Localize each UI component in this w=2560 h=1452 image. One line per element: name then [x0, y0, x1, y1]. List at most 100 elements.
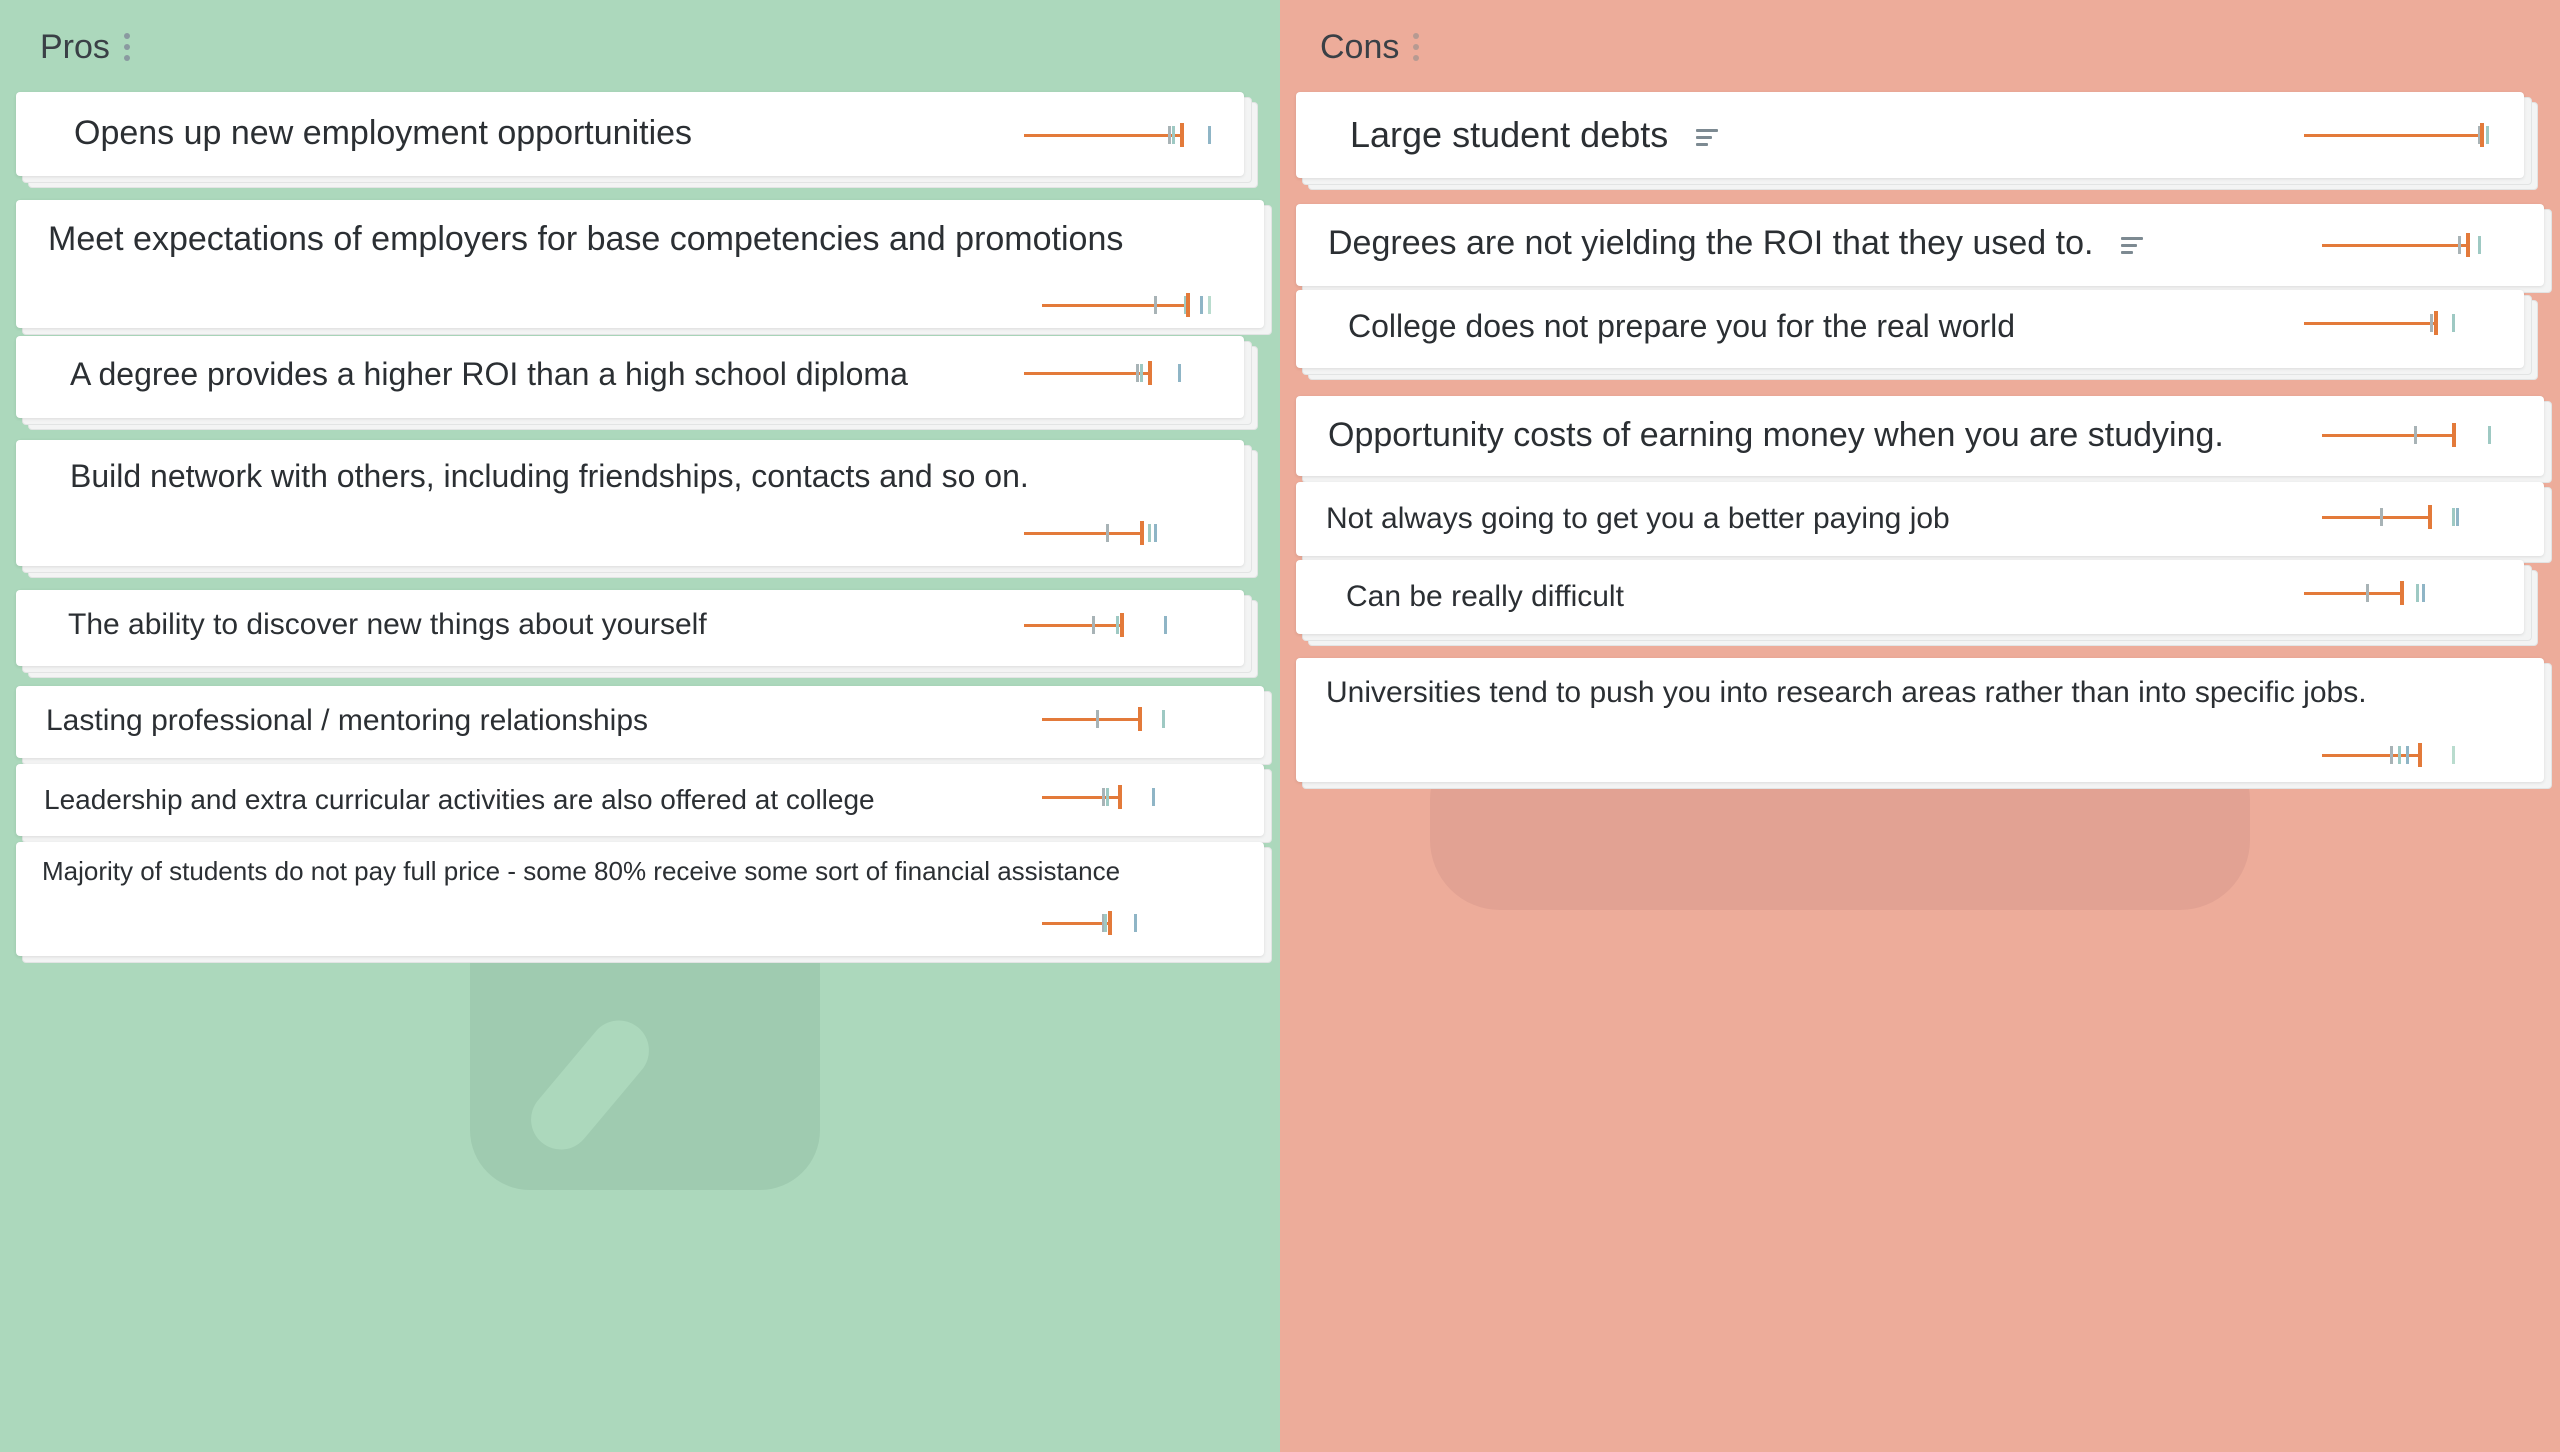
rating-meter[interactable]: [2322, 504, 2522, 530]
meter-tick: [2398, 746, 2401, 764]
meter-bar: [2304, 592, 2402, 595]
rating-meter[interactable]: [1024, 122, 1224, 148]
card[interactable]: Meet expectations of employers for base …: [16, 200, 1272, 335]
meter-handle[interactable]: [1120, 613, 1124, 637]
card[interactable]: The ability to discover new things about…: [16, 590, 1258, 678]
card-body[interactable]: Leadership and extra curricular activiti…: [16, 764, 1264, 836]
meter-tick: [2456, 508, 2459, 526]
card-text: Build network with others, including fri…: [70, 458, 1029, 495]
card[interactable]: College does not prepare you for the rea…: [1296, 290, 2538, 380]
card-body[interactable]: Can be really difficult: [1296, 560, 2524, 634]
card-label: Lasting professional / mentoring relatio…: [46, 704, 649, 737]
card-body[interactable]: The ability to discover new things about…: [16, 590, 1244, 666]
card[interactable]: A degree provides a higher ROI than a hi…: [16, 336, 1258, 430]
meter-tick: [1104, 914, 1107, 932]
meter-handle[interactable]: [2418, 743, 2422, 767]
rating-meter[interactable]: [2322, 232, 2522, 258]
rating-meter[interactable]: [1024, 520, 1224, 546]
rating-meter[interactable]: [1024, 612, 1224, 638]
cons-column-header: Cons: [1320, 22, 1420, 72]
meter-handle[interactable]: [1118, 785, 1122, 809]
card-label: Can be really difficult: [1346, 580, 1624, 613]
rating-meter[interactable]: [1042, 910, 1242, 936]
card-body[interactable]: Not always going to get you a better pay…: [1296, 482, 2544, 556]
card-text: Large student debts: [1350, 114, 1719, 156]
rating-meter[interactable]: [1042, 706, 1242, 732]
card[interactable]: Opens up new employment opportunities: [16, 92, 1258, 188]
meter-handle[interactable]: [1140, 521, 1144, 545]
column-menu-icon[interactable]: [123, 33, 130, 61]
rating-meter[interactable]: [1024, 360, 1224, 386]
meter-handle[interactable]: [2480, 123, 2484, 147]
card-body[interactable]: Large student debts: [1296, 92, 2524, 178]
card-text: Degrees are not yielding the ROI that th…: [1328, 224, 2144, 263]
meter-tick: [1140, 364, 1143, 382]
card-label: Leadership and extra curricular activiti…: [44, 784, 875, 815]
card-body[interactable]: Degrees are not yielding the ROI that th…: [1296, 204, 2544, 286]
card-body[interactable]: College does not prepare you for the rea…: [1296, 290, 2524, 368]
card-label: Opens up new employment opportunities: [74, 114, 693, 152]
card-text: The ability to discover new things about…: [68, 608, 707, 642]
meter-tick: [1154, 296, 1157, 314]
meter-bar: [1024, 532, 1142, 535]
card-body[interactable]: Majority of students do not pay full pri…: [16, 842, 1264, 956]
card-label: Degrees are not yielding the ROI that th…: [1328, 224, 2094, 262]
card-label: The ability to discover new things about…: [68, 608, 707, 641]
card[interactable]: Majority of students do not pay full pri…: [16, 842, 1272, 963]
card-body[interactable]: Build network with others, including fri…: [16, 440, 1244, 566]
notes-icon[interactable]: [2121, 233, 2144, 258]
card-body[interactable]: Meet expectations of employers for base …: [16, 200, 1264, 328]
meter-handle[interactable]: [2428, 505, 2432, 529]
rating-meter[interactable]: [2304, 122, 2504, 148]
meter-tick: [1106, 788, 1109, 806]
card-body[interactable]: Opportunity costs of earning money when …: [1296, 396, 2544, 476]
rating-meter[interactable]: [2304, 580, 2504, 606]
card-body[interactable]: Opens up new employment opportunities: [16, 92, 1244, 176]
rating-meter[interactable]: [1042, 292, 1242, 318]
notes-icon[interactable]: [1696, 125, 1719, 150]
meter-tick: [2452, 508, 2455, 526]
rating-meter[interactable]: [1042, 784, 1242, 810]
column-title: Pros: [40, 27, 110, 66]
card[interactable]: Lasting professional / mentoring relatio…: [16, 686, 1272, 765]
card[interactable]: Degrees are not yielding the ROI that th…: [1296, 204, 2552, 293]
meter-handle[interactable]: [1138, 707, 1142, 731]
meter-bar: [1042, 718, 1140, 721]
rating-meter[interactable]: [2322, 742, 2522, 768]
card[interactable]: Opportunity costs of earning money when …: [1296, 396, 2552, 483]
meter-handle[interactable]: [2452, 423, 2456, 447]
card[interactable]: Large student debts: [1296, 92, 2538, 190]
card-body[interactable]: A degree provides a higher ROI than a hi…: [16, 336, 1244, 418]
meter-tick: [1134, 914, 1137, 932]
rating-meter[interactable]: [2304, 310, 2504, 336]
meter-tick: [1102, 788, 1105, 806]
card-label: Not always going to get you a better pay…: [1326, 502, 1950, 535]
meter-tick: [2366, 584, 2369, 602]
meter-tick: [1208, 126, 1211, 144]
card[interactable]: Build network with others, including fri…: [16, 440, 1258, 578]
meter-handle[interactable]: [1148, 361, 1152, 385]
card-label: Opportunity costs of earning money when …: [1328, 416, 2224, 454]
card-text: Not always going to get you a better pay…: [1326, 502, 1950, 536]
card-body[interactable]: Universities tend to push you into resea…: [1296, 658, 2544, 782]
card-body[interactable]: Lasting professional / mentoring relatio…: [16, 686, 1264, 758]
card[interactable]: Leadership and extra curricular activiti…: [16, 764, 1272, 843]
rating-meter[interactable]: [2322, 422, 2522, 448]
meter-handle[interactable]: [2434, 311, 2438, 335]
meter-tick: [2452, 314, 2455, 332]
card[interactable]: Not always going to get you a better pay…: [1296, 482, 2552, 563]
meter-handle[interactable]: [2466, 233, 2470, 257]
card-text: A degree provides a higher ROI than a hi…: [70, 356, 908, 393]
card-label: Meet expectations of employers for base …: [48, 220, 1124, 258]
meter-tick: [1152, 788, 1155, 806]
meter-handle[interactable]: [1180, 123, 1184, 147]
meter-tick: [1162, 710, 1165, 728]
card-label: Universities tend to push you into resea…: [1326, 676, 2367, 709]
meter-handle[interactable]: [2400, 581, 2404, 605]
meter-handle[interactable]: [1186, 293, 1190, 317]
meter-tick: [1148, 524, 1151, 542]
meter-handle[interactable]: [1108, 911, 1112, 935]
column-menu-icon[interactable]: [1413, 33, 1420, 61]
card[interactable]: Can be really difficult: [1296, 560, 2538, 646]
card[interactable]: Universities tend to push you into resea…: [1296, 658, 2552, 789]
